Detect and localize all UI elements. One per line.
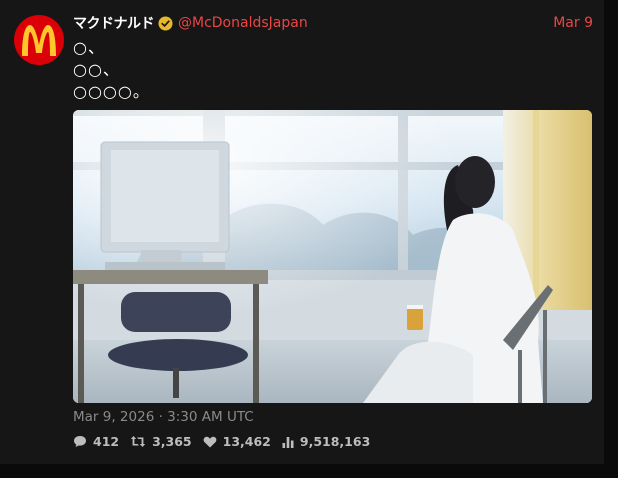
tweet-text: ○、 ○○、 ○○○○。 [73, 37, 150, 103]
tweet-actions: 412 3,365 13,462 9,518,163 [73, 434, 381, 449]
like-count: 13,462 [222, 434, 271, 449]
page-margin [0, 464, 618, 478]
like-button[interactable]: 13,462 [203, 434, 271, 449]
views-button[interactable]: 9,518,163 [282, 434, 370, 449]
tweet-card: マクドナルド @McDonaldsJapan Mar 9 ○、 ○○、 ○○○○… [0, 0, 604, 464]
tweet-date-link[interactable]: Mar 9 [553, 15, 593, 31]
retweet-icon [130, 436, 146, 447]
tweet-header: マクドナルド @McDonaldsJapan Mar 9 [73, 13, 593, 33]
comment-icon [74, 436, 86, 447]
handle-link[interactable]: @McDonaldsJapan [178, 15, 308, 31]
retweet-button[interactable]: 3,365 [130, 434, 192, 449]
display-name[interactable]: マクドナルド [73, 13, 155, 33]
retweet-count: 3,365 [152, 434, 192, 449]
tweet-text-line: ○、 [73, 38, 105, 57]
heart-icon [203, 436, 217, 447]
bar-chart-icon [282, 436, 294, 448]
mcdonalds-logo-icon [22, 25, 56, 56]
reply-count: 412 [93, 434, 120, 449]
verified-badge-icon [158, 15, 173, 31]
avatar[interactable] [14, 15, 64, 65]
reply-button[interactable]: 412 [73, 434, 119, 449]
page-margin [604, 0, 618, 478]
tweet-media-image[interactable] [73, 110, 592, 403]
tweet-text-line: ○○○○。 [73, 82, 150, 101]
view-count: 9,518,163 [299, 434, 371, 449]
tweet-timestamp[interactable]: Mar 9, 2026 · 3:30 AM UTC [73, 409, 254, 425]
tweet-text-line: ○○、 [73, 60, 120, 79]
